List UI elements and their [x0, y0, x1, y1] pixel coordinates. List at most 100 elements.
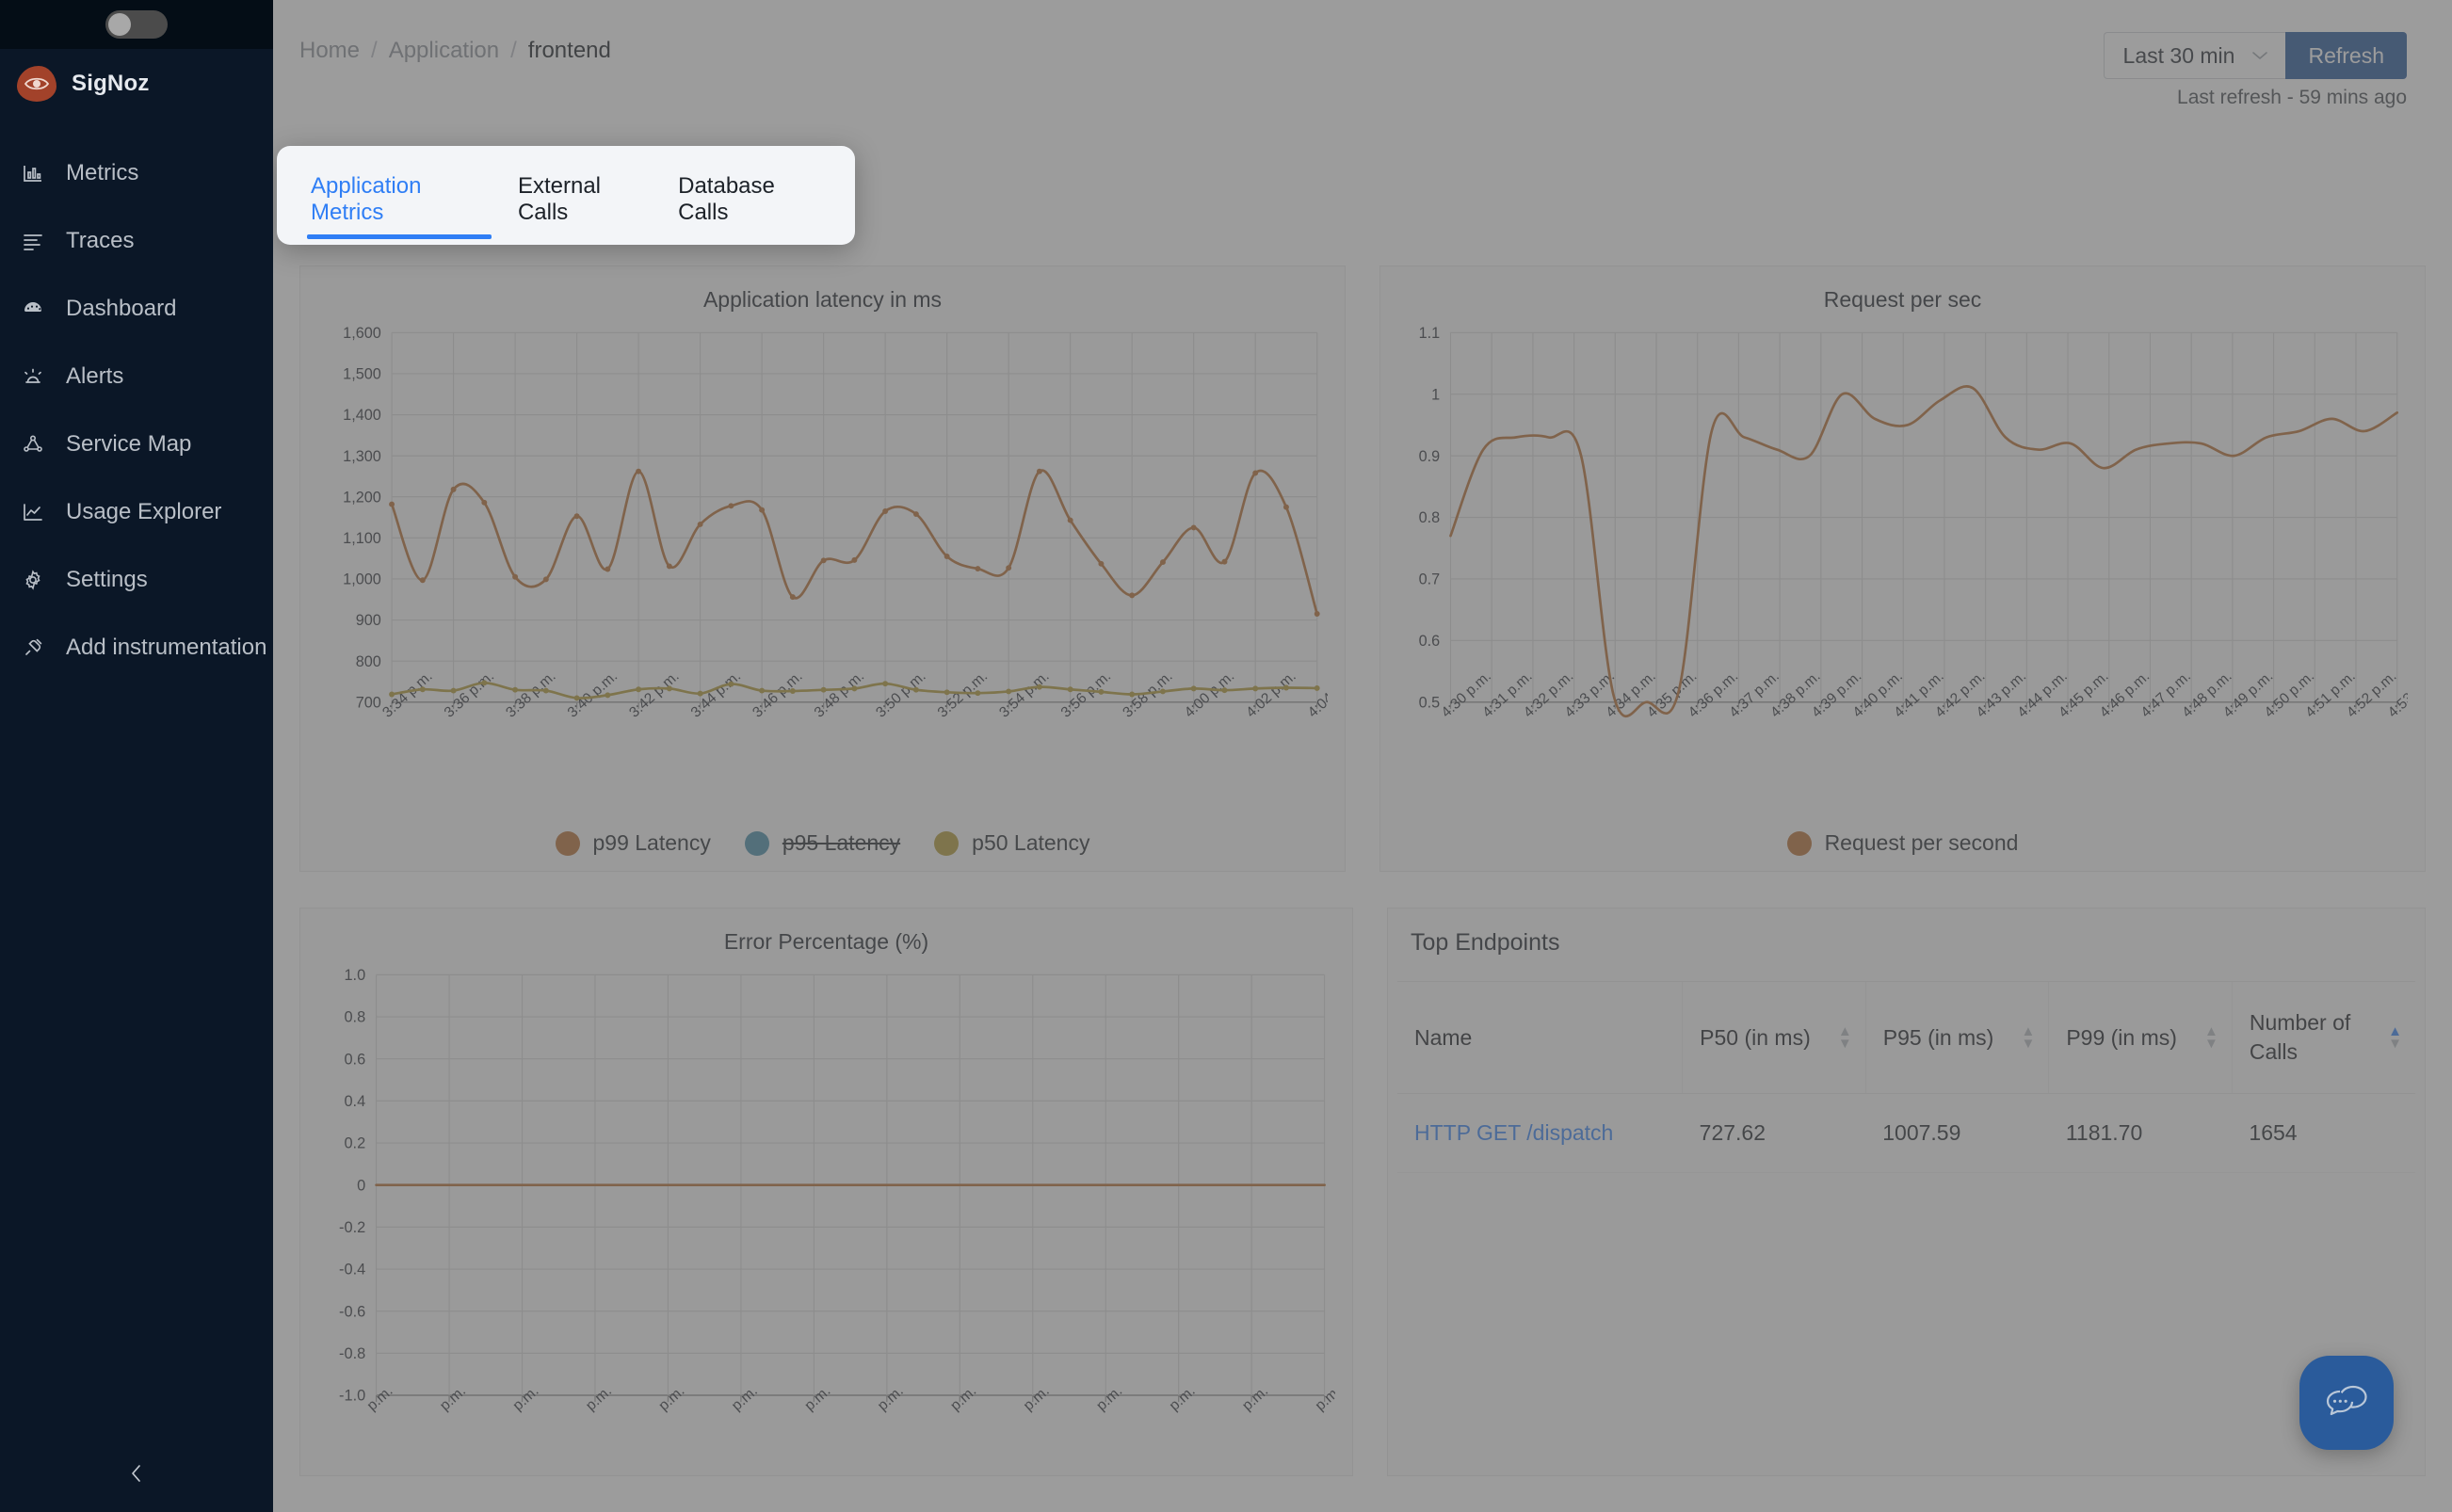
last-refresh-label: Last refresh - 59 mins ago [2177, 87, 2407, 108]
column-header-name[interactable]: Name [1397, 981, 1683, 1095]
rps-chart[interactable]: 0.5 0.6 0.7 0.8 0.9 1 1.1 4:30 p.m. 4:31 p.m. 4:3… [1397, 322, 2408, 813]
svg-text:1,300: 1,300 [343, 448, 381, 465]
column-header-p99[interactable]: P99 (in ms) ▲ ▼ [2048, 981, 2233, 1095]
sidebar-item-dashboard[interactable]: Dashboard [0, 275, 273, 343]
svg-text:p.m.: p.m. [1021, 1383, 1053, 1414]
svg-text:3:36 p.m.: 3:36 p.m. [442, 668, 497, 721]
endpoint-link[interactable]: HTTP GET /dispatch [1414, 1120, 1613, 1145]
svg-text:p.m.: p.m. [947, 1383, 979, 1414]
top-endpoints-table: Name P50 (in ms) ▲ ▼ P95 (in ms) ▲ ▼ P99… [1397, 981, 2415, 1174]
svg-text:p.m.: p.m. [875, 1383, 907, 1414]
sidebar-item-usage-explorer[interactable]: Usage Explorer [0, 478, 273, 546]
header-actions: Last 30 min Refresh Last refresh - 59 mi… [2103, 32, 2407, 109]
sort-toggle-p50[interactable]: ▲ ▼ [1837, 1023, 1852, 1053]
legend-item-p95[interactable]: p95 Latency [744, 830, 901, 856]
legend-item-p50[interactable]: p50 Latency [934, 830, 1089, 856]
legend-label: p95 Latency [782, 830, 901, 856]
rps-chart-svg: 0.50.60.70.80.911.14:30 p.m.4:31 p.m.4:3… [1419, 325, 2408, 721]
bar-chart-icon [21, 161, 45, 185]
sort-desc-icon: ▼ [2388, 1036, 2402, 1053]
legend-item-request-per-second[interactable]: Request per second [1786, 830, 2019, 856]
sidebar-item-add-instrumentation[interactable]: Add instrumentation [0, 614, 273, 682]
sort-asc-icon: ▲ [2388, 1023, 2402, 1040]
column-header-p95[interactable]: P95 (in ms) ▲ ▼ [1864, 981, 2049, 1095]
breadcrumb-item-home[interactable]: Home [299, 38, 360, 64]
signoz-logo-icon [17, 66, 56, 102]
panels: Application latency in ms 700 800 900 1,000… [273, 265, 2452, 1512]
sidebar-item-traces[interactable]: Traces [0, 207, 273, 275]
latency-chart-svg: 700 800 900 1,000 1,100 1,200 1,300 1,400 1,500 1… [343, 325, 1328, 721]
breadcrumb-item-application[interactable]: Application [389, 38, 499, 64]
svg-text:1.1: 1.1 [1419, 325, 1441, 342]
sort-asc-icon: ▲ [2021, 1023, 2036, 1040]
sidebar-item-label: Add instrumentation [66, 635, 267, 660]
table-header-row: Name P50 (in ms) ▲ ▼ P95 (in ms) ▲ ▼ P99… [1397, 981, 2415, 1095]
svg-text:-0.6: -0.6 [339, 1304, 365, 1321]
svg-text:0.5: 0.5 [1419, 694, 1441, 711]
time-range-select[interactable]: Last 30 min [2103, 32, 2286, 79]
tab-external-calls[interactable]: External Calls [503, 173, 663, 245]
sort-toggle-p99[interactable]: ▲ ▼ [2204, 1024, 2218, 1051]
cell-p95: 1007.59 [1865, 1093, 2049, 1174]
chat-bubbles-icon [2322, 1378, 2371, 1428]
svg-text:1,600: 1,600 [343, 325, 381, 342]
table-row[interactable]: HTTP GET /dispatch 727.62 1007.59 1181.7… [1397, 1093, 2415, 1174]
sidebar-item-settings[interactable]: Settings [0, 546, 273, 614]
sidebar-item-metrics[interactable]: Metrics [0, 139, 273, 207]
svg-text:3:46 p.m.: 3:46 p.m. [750, 668, 805, 721]
svg-text:3:42 p.m.: 3:42 p.m. [626, 668, 682, 721]
cell-p50: 727.62 [1682, 1093, 1866, 1174]
sort-asc-icon: ▲ [1837, 1023, 1852, 1040]
tab-database-calls[interactable]: Database Calls [663, 173, 836, 245]
sidebar-collapse-button[interactable] [0, 1439, 273, 1512]
legend-label: p50 Latency [972, 830, 1090, 856]
dark-mode-toggle[interactable] [105, 10, 168, 39]
column-label: P99 (in ms) [2066, 1024, 2177, 1050]
svg-text:0: 0 [357, 1178, 365, 1195]
brand[interactable]: SigNoz [0, 49, 273, 119]
legend-swatch [555, 830, 580, 856]
svg-text:1,200: 1,200 [343, 489, 381, 506]
panel-title: Request per sec [1823, 287, 1982, 312]
column-label: P95 (in ms) [1882, 1024, 1994, 1050]
gear-icon [21, 568, 45, 592]
svg-text:p.m.: p.m. [1313, 1383, 1335, 1414]
sort-toggle-calls[interactable]: ▲ ▼ [2388, 1023, 2402, 1053]
svg-text:p.m.: p.m. [729, 1383, 761, 1414]
svg-text:4:04 p.m.: 4:04 p.m. [1305, 668, 1328, 721]
breadcrumb-separator: / [371, 38, 378, 63]
svg-text:p.m.: p.m. [510, 1383, 542, 1414]
legend-item-p99[interactable]: p99 Latency [555, 830, 711, 856]
svg-text:700: 700 [356, 694, 381, 711]
column-label: P50 (in ms) [1700, 1024, 1811, 1050]
column-header-p50[interactable]: P50 (in ms) ▲ ▼ [1682, 981, 1866, 1095]
sidebar-nav: Metrics Traces Dashboard Alerts Service … [0, 139, 273, 682]
svg-text:1,000: 1,000 [343, 571, 381, 588]
svg-text:p.m.: p.m. [801, 1383, 833, 1414]
tab-application-metrics[interactable]: Application Metrics [296, 173, 503, 245]
latency-chart[interactable]: 700 800 900 1,000 1,100 1,200 1,300 1,400 1,500 1… [317, 322, 1328, 813]
svg-text:-0.4: -0.4 [339, 1262, 365, 1279]
sidebar-item-alerts[interactable]: Alerts [0, 343, 273, 410]
column-header-number-of-calls[interactable]: Number of Calls ▲ ▼ [2231, 981, 2415, 1095]
sort-toggle-p95[interactable]: ▲ ▼ [2021, 1023, 2036, 1051]
main-content: Home / Application / frontend Last 30 mi… [273, 0, 2452, 1512]
legend-label: Request per second [1824, 830, 2019, 856]
chat-widget-button[interactable] [2299, 1356, 2394, 1450]
list-lines-icon [21, 229, 45, 253]
sidebar-item-service-map[interactable]: Service Map [0, 410, 273, 478]
svg-text:0.2: 0.2 [344, 1135, 365, 1152]
legend-label: p99 Latency [592, 830, 711, 856]
sort-desc-icon: ▼ [1837, 1036, 1852, 1053]
refresh-button[interactable]: Refresh [2285, 32, 2407, 79]
svg-text:3:56 p.m.: 3:56 p.m. [1058, 668, 1114, 721]
table-header: Name P50 (in ms) ▲ ▼ P95 (in ms) ▲ ▼ P99… [1397, 981, 2415, 1095]
sidebar: SigNoz Metrics Traces Dashboard Alerts S… [0, 0, 273, 1512]
panel-error-percentage: Error Percentage (%) -1.0 -0.8 -0.6 -0.4 -0.… [299, 908, 1353, 1476]
panel-application-latency: Application latency in ms 700 800 900 1,000… [299, 265, 1346, 873]
svg-text:0.9: 0.9 [1419, 448, 1441, 465]
plug-icon [21, 635, 45, 660]
error-chart[interactable]: -1.0 -0.8 -0.6 -0.4 -0.2 0 0.2 0.4 0.6 0.8 1.0 p.m.… [317, 964, 1335, 1459]
page-header: Home / Application / frontend Last 30 mi… [273, 0, 2452, 108]
nodes-icon [21, 432, 45, 457]
